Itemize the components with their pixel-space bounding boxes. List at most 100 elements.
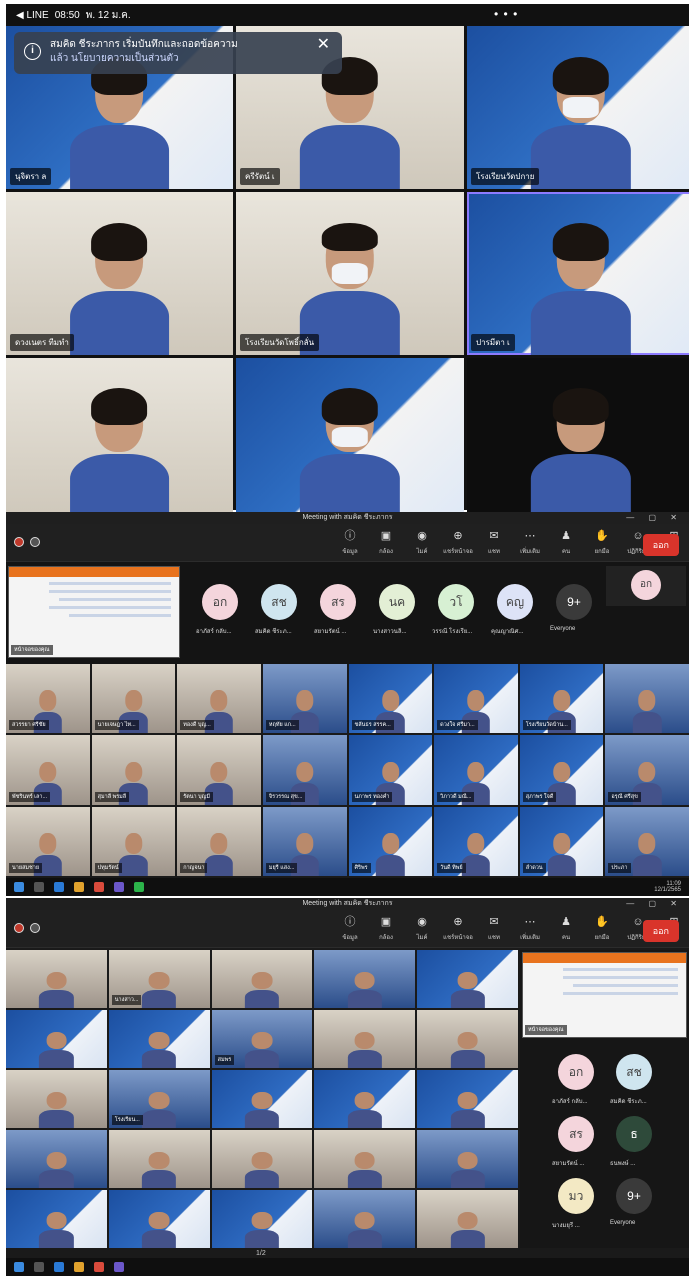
video-tile[interactable] <box>417 1010 518 1068</box>
video-tile[interactable] <box>211 1070 313 1128</box>
video-tile[interactable]: ชลันธร สรรค... <box>348 664 433 734</box>
notification-line2[interactable]: แล้ว นโยบายความเป็นส่วนตัว <box>50 52 308 66</box>
toolbar-button[interactable]: ◉ ไมค์ <box>406 915 438 942</box>
shared-screen-thumbnail[interactable]: หน้าจอของคุณ <box>522 952 687 1038</box>
video-tile[interactable]: ปทุมรัตน์ <box>91 806 176 876</box>
toolbar-button[interactable]: ⊕ แชร์หน้าจอ <box>442 529 474 556</box>
participant-tile[interactable] <box>6 358 233 516</box>
video-tile[interactable] <box>314 950 416 1008</box>
video-tile[interactable]: สุภาพร ใจดี <box>519 735 604 805</box>
close-icon[interactable]: ✕ <box>317 37 330 53</box>
video-tile[interactable]: มยุรี แสง... <box>262 806 347 876</box>
participant-tile[interactable]: ปารมีตา เ <box>467 192 689 355</box>
edge-icon[interactable] <box>54 1262 64 1272</box>
video-tile[interactable]: วันดี ทิพย์ <box>434 806 518 876</box>
toolbar-button[interactable]: ⓘ ข้อมูล <box>334 915 366 942</box>
participant-avatar[interactable]: สร <box>320 584 356 620</box>
toolbar-button[interactable]: ✉ แชท <box>478 915 510 942</box>
window-controls[interactable]: — ▢ ✕ <box>626 512 683 524</box>
toolbar-button[interactable]: ⋯ เพิ่มเติม <box>514 915 546 942</box>
video-tile[interactable]: ดวงใจ ศรีมา... <box>434 664 518 734</box>
toolbar-button[interactable]: ▣ กล้อง <box>370 529 402 556</box>
video-tile[interactable] <box>417 1130 518 1188</box>
window-controls[interactable]: — ▢ ✕ <box>626 898 683 910</box>
edge-icon[interactable] <box>54 882 64 892</box>
video-tile[interactable] <box>6 1190 107 1248</box>
search-icon[interactable] <box>34 1262 44 1272</box>
video-tile[interactable]: พัชรินทร์ เลา... <box>6 735 90 805</box>
video-tile[interactable]: จิรวรรณ สุข... <box>262 735 347 805</box>
video-tile[interactable] <box>108 1190 210 1248</box>
video-tile[interactable] <box>211 1130 313 1188</box>
video-tile[interactable]: นายสมชาย <box>6 806 90 876</box>
toolbar-button[interactable]: ✋ ยกมือ <box>586 915 618 942</box>
video-tile[interactable]: โรงเรียนวัดบ้าน... <box>519 664 604 734</box>
participant-avatar[interactable]: คญ <box>497 584 533 620</box>
toolbar-button[interactable]: ⊕ แชร์หน้าจอ <box>442 915 474 942</box>
video-tile[interactable] <box>314 1070 416 1128</box>
video-tile[interactable] <box>6 1010 107 1068</box>
back-to-line-link[interactable]: ◀ LINE <box>16 10 49 21</box>
participant-tile[interactable] <box>467 358 689 516</box>
video-tile[interactable] <box>211 1190 313 1248</box>
teams-icon[interactable] <box>114 1262 124 1272</box>
participant-tile[interactable]: ดวงเนตร ทีมทำ <box>6 192 233 355</box>
participant-tile[interactable]: โรงเรียนวัดโพธิ์กลั่น <box>236 192 464 355</box>
video-tile[interactable] <box>108 1130 210 1188</box>
video-tile[interactable] <box>417 1190 518 1248</box>
line-icon[interactable] <box>134 882 144 892</box>
participant-avatar[interactable]: สช <box>616 1054 652 1090</box>
video-tile[interactable]: รัตนา บุญมี <box>177 735 261 805</box>
video-tile[interactable]: ลำดวน <box>519 806 604 876</box>
participant-avatar[interactable]: ธ <box>616 1116 652 1152</box>
toolbar-button[interactable]: ◉ ไมค์ <box>406 529 438 556</box>
folder-icon[interactable] <box>74 882 84 892</box>
participant-avatar[interactable]: นค <box>379 584 415 620</box>
toolbar-button[interactable]: ⓘ ข้อมูล <box>334 529 366 556</box>
participant-avatar[interactable]: มว <box>558 1178 594 1214</box>
participant-avatar[interactable]: สร <box>558 1116 594 1152</box>
video-tile[interactable]: หฤทัย แก... <box>262 664 347 734</box>
video-tile[interactable] <box>314 1190 416 1248</box>
video-tile[interactable]: ศิริพร <box>348 806 433 876</box>
video-tile[interactable] <box>417 950 518 1008</box>
participant-avatar[interactable]: 9+ <box>616 1178 652 1214</box>
participant-avatar[interactable]: อก <box>558 1054 594 1090</box>
more-dots-icon[interactable]: • • • <box>494 7 518 21</box>
participant-tile[interactable] <box>236 358 464 516</box>
teams-icon[interactable] <box>114 882 124 892</box>
video-tile[interactable] <box>6 950 107 1008</box>
video-tile[interactable] <box>6 1130 107 1188</box>
video-tile[interactable]: วิภาวดี มณี... <box>434 735 518 805</box>
start-icon[interactable] <box>14 1262 24 1272</box>
search-icon[interactable] <box>34 882 44 892</box>
leave-button[interactable]: ออก <box>642 920 679 942</box>
toolbar-button[interactable]: ✉ แชท <box>478 529 510 556</box>
shared-screen-thumbnail[interactable]: หน้าจอของคุณ <box>8 566 180 658</box>
video-tile[interactable] <box>605 664 689 734</box>
self-view-tile[interactable]: อก <box>606 566 686 606</box>
participant-avatar[interactable]: อก <box>202 584 238 620</box>
video-tile[interactable]: นายเจษฎา ไท... <box>91 664 176 734</box>
video-tile[interactable] <box>211 950 313 1008</box>
video-tile[interactable] <box>6 1070 107 1128</box>
participant-tile[interactable]: โรงเรียนวัดปกาย <box>467 26 689 189</box>
chrome-icon[interactable] <box>94 882 104 892</box>
video-tile[interactable]: โรงเรียน... <box>108 1070 210 1128</box>
video-tile[interactable]: สุมาลี พรมลี <box>91 735 176 805</box>
video-tile[interactable]: กาญจนา <box>177 806 261 876</box>
toolbar-button[interactable]: ✋ ยกมือ <box>586 529 618 556</box>
toolbar-button[interactable]: ♟ คน <box>550 529 582 556</box>
toolbar-button[interactable]: ⋯ เพิ่มเติม <box>514 529 546 556</box>
toolbar-button[interactable]: ▣ กล้อง <box>370 915 402 942</box>
toolbar-button[interactable]: ♟ คน <box>550 915 582 942</box>
participant-avatar[interactable]: สช <box>261 584 297 620</box>
participant-avatar[interactable]: 9+ <box>556 584 592 620</box>
video-tile[interactable]: ประภา <box>605 806 689 876</box>
video-tile[interactable]: ทองดี บุญ... <box>177 664 261 734</box>
video-tile[interactable] <box>108 1010 210 1068</box>
video-tile[interactable]: นภาพร ทองคำ <box>348 735 433 805</box>
video-tile[interactable]: นางสาว... <box>108 950 210 1008</box>
start-icon[interactable] <box>14 882 24 892</box>
folder-icon[interactable] <box>74 1262 84 1272</box>
